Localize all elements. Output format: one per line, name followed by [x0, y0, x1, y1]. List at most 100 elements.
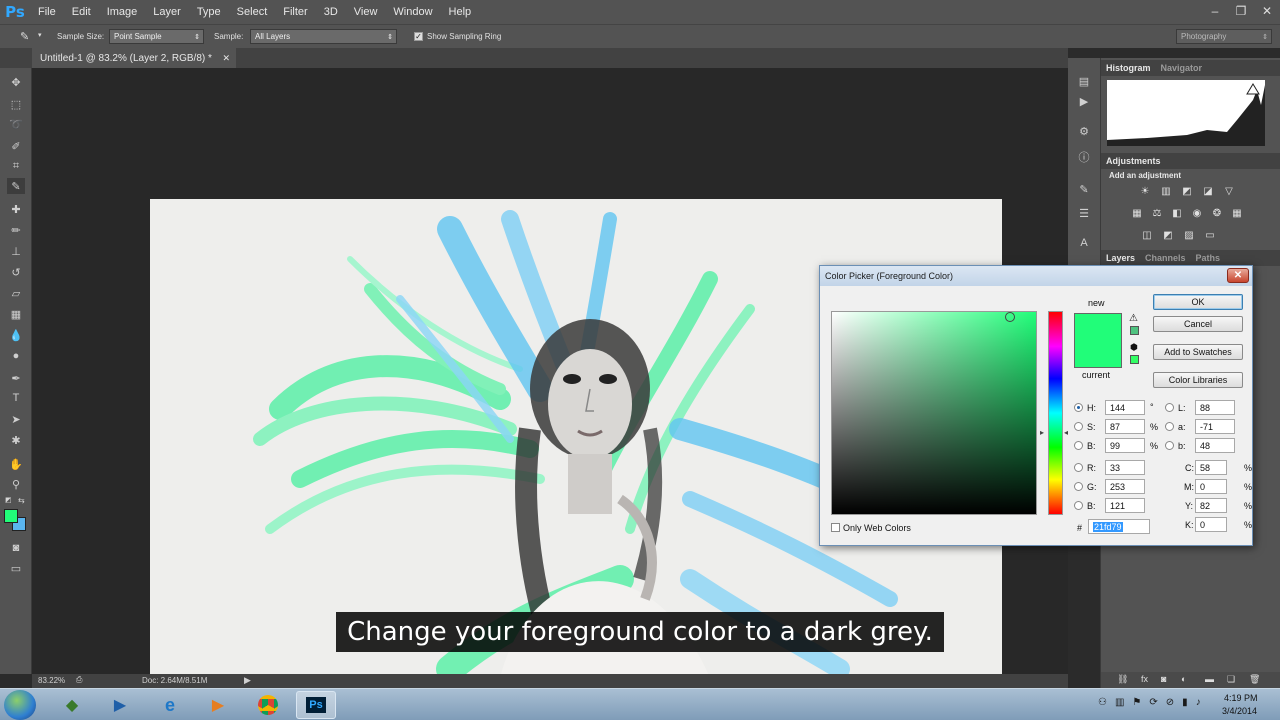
exposure-icon[interactable]: ◪: [1202, 186, 1214, 197]
clone-stamp-tool-icon[interactable]: ⊥: [7, 243, 25, 259]
close-dialog-button[interactable]: ✕: [1227, 268, 1249, 283]
hue-slider[interactable]: ▸ ◂: [1040, 311, 1068, 515]
pen-tool-icon[interactable]: ✒: [7, 370, 25, 386]
menu-layer[interactable]: Layer: [145, 6, 189, 18]
taskbar-internet-explorer-icon[interactable]: e: [150, 691, 190, 719]
brush-panel-icon[interactable]: ✎: [1076, 182, 1092, 196]
taskbar-media-player-icon[interactable]: ▶: [100, 691, 140, 719]
swap-colors-icon[interactable]: ⇆: [18, 496, 25, 505]
menu-filter[interactable]: Filter: [275, 6, 315, 18]
menu-3d[interactable]: 3D: [316, 6, 346, 18]
tray-volume-icon[interactable]: ♪: [1196, 697, 1201, 708]
screen-mode-icon[interactable]: ▭: [7, 560, 25, 576]
dodge-tool-icon[interactable]: ●: [7, 348, 25, 364]
color-libraries-button[interactable]: Color Libraries: [1153, 372, 1243, 388]
c-field[interactable]: 58: [1195, 460, 1227, 475]
blue-field[interactable]: 121: [1105, 498, 1145, 513]
m-field[interactable]: 0: [1195, 479, 1227, 494]
posterize-icon[interactable]: ◩: [1162, 230, 1174, 241]
menu-help[interactable]: Help: [441, 6, 480, 18]
zoom-level[interactable]: 83.22%: [38, 676, 65, 685]
actions-panel-icon[interactable]: ▶: [1076, 94, 1092, 108]
brightness-contrast-icon[interactable]: ☀: [1139, 186, 1151, 197]
default-colors-icon[interactable]: ◩: [5, 496, 12, 504]
move-tool-icon[interactable]: ✥: [7, 74, 25, 90]
blue-radio[interactable]: [1074, 501, 1083, 510]
tab-layers[interactable]: Layers: [1101, 253, 1140, 263]
lab-b-radio[interactable]: [1165, 441, 1174, 450]
share-icon[interactable]: ⎙: [76, 675, 82, 685]
r-radio[interactable]: [1074, 463, 1083, 472]
show-sampling-ring-checkbox[interactable]: ✓: [414, 32, 423, 41]
gamut-warning-icon[interactable]: ⚠: [1129, 313, 1138, 324]
tray-signal-icon[interactable]: ▮: [1182, 697, 1188, 708]
vibrance-icon[interactable]: ▽: [1223, 186, 1235, 197]
close-window-icon[interactable]: ✕: [1254, 0, 1280, 22]
eraser-tool-icon[interactable]: ▱: [7, 285, 25, 301]
s-field[interactable]: 87: [1105, 419, 1145, 434]
close-tab-icon[interactable]: ✕: [222, 53, 230, 64]
crop-tool-icon[interactable]: ⌗: [7, 158, 25, 174]
b-field[interactable]: 99: [1105, 438, 1145, 453]
tray-app-icon[interactable]: ⚇: [1098, 697, 1107, 708]
tab-histogram[interactable]: Histogram: [1101, 63, 1156, 73]
photo-filter-icon[interactable]: ◉: [1191, 208, 1203, 219]
y-field[interactable]: 82: [1195, 498, 1227, 513]
history-brush-tool-icon[interactable]: ↺: [7, 264, 25, 280]
marquee-tool-icon[interactable]: ⬚: [7, 96, 25, 112]
r-field[interactable]: 33: [1105, 460, 1145, 475]
quick-mask-icon[interactable]: ◙: [7, 540, 25, 556]
blur-tool-icon[interactable]: 💧: [7, 327, 25, 343]
zoom-tool-icon[interactable]: ⚲: [7, 476, 25, 492]
menu-edit[interactable]: Edit: [64, 6, 99, 18]
doc-size-info[interactable]: Doc: 2.64M/8.51M: [142, 676, 207, 685]
taskbar-chrome-icon[interactable]: [248, 691, 288, 719]
taskbar-app-1-icon[interactable]: ◆: [52, 691, 92, 719]
menu-file[interactable]: File: [30, 6, 64, 18]
l-field[interactable]: 88: [1195, 400, 1235, 415]
tray-sync-icon[interactable]: ⟳: [1149, 697, 1157, 708]
taskbar-vlc-icon[interactable]: ▶: [198, 691, 238, 719]
adjustment-layer-icon[interactable]: ◐: [1181, 674, 1186, 684]
clock-time[interactable]: 4:19 PM: [1224, 693, 1258, 703]
character-panel-icon[interactable]: A: [1076, 236, 1092, 250]
preset-dropdown-arrow-icon[interactable]: ▾: [38, 31, 42, 39]
info-panel-icon[interactable]: ⓘ: [1076, 150, 1092, 164]
path-select-tool-icon[interactable]: ➤: [7, 411, 25, 427]
curves-icon[interactable]: ◩: [1181, 186, 1193, 197]
s-radio[interactable]: [1074, 422, 1083, 431]
h-field[interactable]: 144: [1105, 400, 1145, 415]
status-menu-arrow-icon[interactable]: ▶: [244, 675, 251, 686]
lab-b-field[interactable]: 48: [1195, 438, 1235, 453]
b-radio[interactable]: [1074, 441, 1083, 450]
tray-flag-icon[interactable]: ⚑: [1132, 697, 1141, 708]
trash-icon[interactable]: 🗑: [1249, 674, 1260, 685]
taskbar-photoshop-icon[interactable]: Ps: [296, 691, 336, 719]
black-white-icon[interactable]: ◧: [1171, 208, 1183, 219]
current-color-swatch[interactable]: [1074, 341, 1122, 368]
levels-icon[interactable]: ▥: [1160, 186, 1172, 197]
tab-paths[interactable]: Paths: [1191, 253, 1226, 263]
type-tool-icon[interactable]: T: [7, 390, 25, 406]
custom-shape-tool-icon[interactable]: ✱: [7, 432, 25, 448]
tab-channels[interactable]: Channels: [1140, 253, 1191, 263]
eyedropper-preset-icon[interactable]: ✎: [20, 30, 29, 43]
cancel-button[interactable]: Cancel: [1153, 316, 1243, 332]
channel-mixer-icon[interactable]: ❂: [1211, 208, 1223, 219]
gradient-map-icon[interactable]: ▭: [1204, 230, 1216, 241]
tray-network-icon[interactable]: ▥: [1115, 697, 1124, 708]
color-lookup-icon[interactable]: ▦: [1231, 208, 1243, 219]
quick-select-tool-icon[interactable]: ✐: [7, 138, 25, 154]
add-to-swatches-button[interactable]: Add to Swatches: [1153, 344, 1243, 360]
healing-brush-tool-icon[interactable]: ✚: [7, 201, 25, 217]
tray-security-icon[interactable]: ⊘: [1166, 697, 1174, 708]
tab-adjustments[interactable]: Adjustments: [1101, 156, 1166, 166]
web-safe-icon[interactable]: ⬢: [1130, 342, 1138, 353]
new-layer-icon[interactable]: ❏: [1227, 674, 1235, 685]
menu-image[interactable]: Image: [99, 6, 146, 18]
g-radio[interactable]: [1074, 482, 1083, 491]
layer-comps-icon[interactable]: ⚙: [1076, 124, 1092, 138]
menu-select[interactable]: Select: [229, 6, 276, 18]
hue-saturation-icon[interactable]: ▦: [1131, 208, 1143, 219]
a-radio[interactable]: [1165, 422, 1174, 431]
